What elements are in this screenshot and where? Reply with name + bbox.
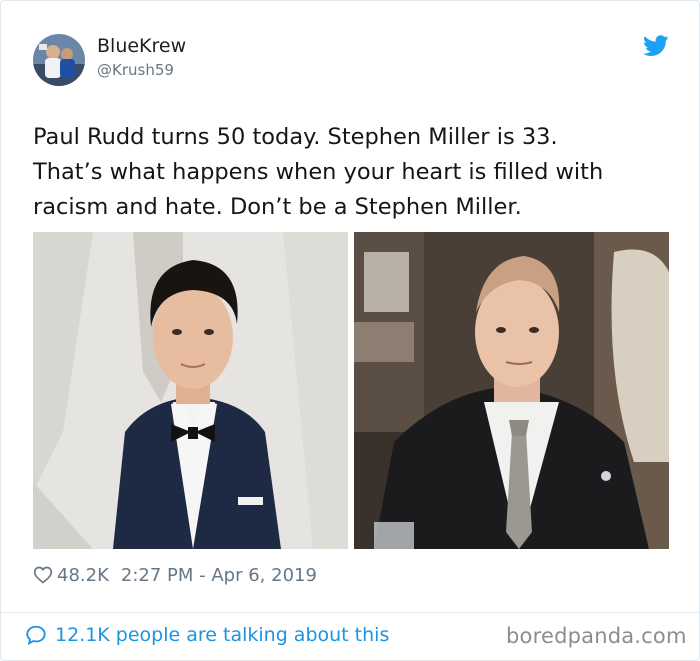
twitter-bird-icon[interactable] [643,35,669,57]
tweet-photo-left[interactable] [33,232,348,549]
conversation-text: 12.1K people are talking about this [55,624,390,646]
speech-bubble-icon [25,624,47,646]
tweet-card: BlueKrew @Krush59 Paul Rudd turns 50 tod… [0,0,700,661]
tweet-timestamp[interactable]: 2:27 PM - Apr 6, 2019 [121,565,317,586]
conversation-link[interactable]: 12.1K people are talking about this [25,624,389,646]
watermark: boredpanda.com [506,624,687,648]
tweet-text: Paul Rudd turns 50 today. Stephen Miller… [33,124,604,220]
divider [1,612,699,613]
user-handle[interactable]: @Krush59 [97,61,174,79]
display-name[interactable]: BlueKrew [97,35,186,57]
avatar[interactable] [33,34,85,86]
heart-icon[interactable] [33,565,53,585]
tweet-photo-right[interactable] [354,232,669,549]
tweet-meta: 48.2K 2:27 PM - Apr 6, 2019 [33,562,317,588]
like-count[interactable]: 48.2K [57,565,109,586]
